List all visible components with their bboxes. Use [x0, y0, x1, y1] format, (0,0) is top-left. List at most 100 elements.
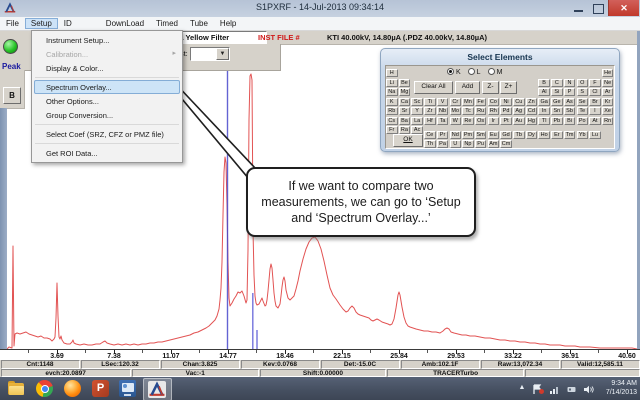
menu-item-display-color[interactable]: Display & Color...	[34, 61, 180, 75]
element-pu[interactable]: Pu	[475, 140, 487, 148]
element-te[interactable]: Te	[577, 107, 589, 115]
element-ho[interactable]: Ho	[538, 131, 550, 139]
element-ra[interactable]: Ra	[399, 126, 411, 134]
element-s[interactable]: S	[577, 88, 589, 96]
element-pd[interactable]: Pd	[500, 107, 512, 115]
menu-download[interactable]: DownLoad	[100, 18, 150, 29]
menu-item-instrument-setup[interactable]: Instrument Setup...	[34, 33, 180, 47]
element-at[interactable]: At	[589, 117, 601, 125]
menu-item-group-conversion[interactable]: Group Conversion...	[34, 108, 180, 122]
element-y[interactable]: Y	[411, 107, 423, 115]
element-n[interactable]: N	[564, 79, 576, 87]
element-mn[interactable]: Mn	[462, 98, 474, 106]
element-f[interactable]: F	[589, 79, 601, 87]
element-er[interactable]: Er	[551, 131, 563, 139]
element-yb[interactable]: Yb	[577, 131, 589, 139]
element-sc[interactable]: Sc	[411, 98, 423, 106]
element-ni[interactable]: Ni	[500, 98, 512, 106]
element-os[interactable]: Os	[475, 117, 487, 125]
element-ag[interactable]: Ag	[513, 107, 525, 115]
element-b[interactable]: B	[538, 79, 550, 87]
element-ti[interactable]: Ti	[424, 98, 436, 106]
element-ir[interactable]: Ir	[488, 117, 500, 125]
element-mg[interactable]: Mg	[399, 88, 411, 96]
z-plus-button[interactable]: Z+	[500, 81, 517, 94]
element-u[interactable]: U	[450, 140, 462, 148]
element-li[interactable]: Li	[386, 79, 398, 87]
element-la[interactable]: La	[411, 117, 423, 125]
menu-file[interactable]: File	[0, 18, 25, 29]
element-si[interactable]: Si	[551, 88, 563, 96]
element-kr[interactable]: Kr	[602, 98, 614, 106]
element-he[interactable]: He	[602, 69, 614, 77]
element-cl[interactable]: Cl	[589, 88, 601, 96]
s1pxrf-taskbar-button[interactable]	[143, 378, 172, 401]
menu-tube[interactable]: Tube	[184, 18, 214, 29]
element-dy[interactable]: Dy	[526, 131, 538, 139]
element-fr[interactable]: Fr	[386, 126, 398, 134]
element-ga[interactable]: Ga	[538, 98, 550, 106]
element-be[interactable]: Be	[399, 79, 411, 87]
element-br[interactable]: Br	[589, 98, 601, 106]
element-cm[interactable]: Cm	[500, 140, 512, 148]
element-sn[interactable]: Sn	[551, 107, 563, 115]
element-rh[interactable]: Rh	[488, 107, 500, 115]
element-th[interactable]: Th	[424, 140, 436, 148]
menu-id[interactable]: ID	[58, 18, 78, 29]
element-au[interactable]: Au	[513, 117, 525, 125]
element-tc[interactable]: Tc	[462, 107, 474, 115]
b-button[interactable]: B	[3, 87, 21, 104]
element-zn[interactable]: Zn	[526, 98, 538, 106]
element-o[interactable]: O	[577, 79, 589, 87]
element-pr[interactable]: Pr	[437, 131, 449, 139]
element-ac[interactable]: Ac	[411, 126, 423, 134]
element-mo[interactable]: Mo	[450, 107, 462, 115]
clear-all-button[interactable]: Clear All	[414, 81, 453, 94]
element-in[interactable]: In	[538, 107, 550, 115]
element-pb[interactable]: Pb	[551, 117, 563, 125]
add-button[interactable]: Add	[455, 81, 480, 94]
element-sr[interactable]: Sr	[399, 107, 411, 115]
chrome-icon[interactable]	[36, 380, 53, 397]
volume-icon[interactable]	[583, 382, 594, 393]
element-pm[interactable]: Pm	[462, 131, 474, 139]
firefox-icon[interactable]	[64, 380, 81, 397]
element-tm[interactable]: Tm	[564, 131, 576, 139]
menu-item-other-options[interactable]: Other Options...	[34, 94, 180, 108]
element-pa[interactable]: Pa	[437, 140, 449, 148]
element-rn[interactable]: Rn	[602, 117, 614, 125]
list-dropdown[interactable]: ▼	[190, 47, 230, 61]
radio-k[interactable]: K	[447, 68, 461, 76]
element-fe[interactable]: Fe	[475, 98, 487, 106]
element-w[interactable]: W	[450, 117, 462, 125]
element-rb[interactable]: Rb	[386, 107, 398, 115]
element-i[interactable]: I	[589, 107, 601, 115]
element-k[interactable]: K	[386, 98, 398, 106]
element-cu[interactable]: Cu	[513, 98, 525, 106]
menu-item-select-coef-srz-cfz-or-pmz-file[interactable]: Select Coef (SRZ, CFZ or PMZ file)	[34, 127, 180, 141]
element-cr[interactable]: Cr	[450, 98, 462, 106]
element-c[interactable]: C	[551, 79, 563, 87]
element-as[interactable]: As	[564, 98, 576, 106]
element-xe[interactable]: Xe	[602, 107, 614, 115]
minimize-button[interactable]	[571, 3, 587, 14]
element-ne[interactable]: Ne	[602, 79, 614, 87]
element-ar[interactable]: Ar	[602, 88, 614, 96]
z-minus-button[interactable]: Z-	[482, 81, 499, 94]
element-ta[interactable]: Ta	[437, 117, 449, 125]
close-button[interactable]: ✕	[608, 0, 639, 16]
element-hg[interactable]: Hg	[526, 117, 538, 125]
usb-icon[interactable]	[566, 382, 577, 393]
element-tl[interactable]: Tl	[538, 117, 550, 125]
element-ge[interactable]: Ge	[551, 98, 563, 106]
element-zr[interactable]: Zr	[424, 107, 436, 115]
element-v[interactable]: V	[437, 98, 449, 106]
element-am[interactable]: Am	[488, 140, 500, 148]
element-cs[interactable]: Cs	[386, 117, 398, 125]
menu-timed[interactable]: Timed	[150, 18, 184, 29]
element-lu[interactable]: Lu	[589, 131, 601, 139]
menu-item-get-roi-data[interactable]: Get ROI Data...	[34, 146, 180, 160]
chevron-down-icon[interactable]: ▼	[216, 48, 229, 60]
radio-l[interactable]: L	[468, 68, 481, 76]
element-al[interactable]: Al	[538, 88, 550, 96]
